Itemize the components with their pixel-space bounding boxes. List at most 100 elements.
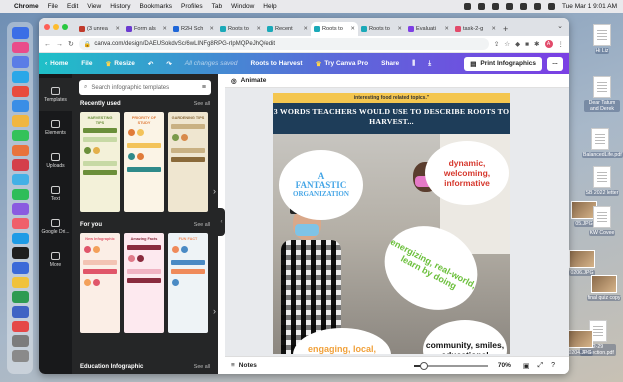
- menu-history[interactable]: History: [110, 3, 130, 10]
- finder-icon[interactable]: [11, 27, 29, 39]
- redo-icon[interactable]: ↷: [166, 60, 171, 68]
- menu-bookmarks[interactable]: Bookmarks: [139, 3, 172, 10]
- close-tab-icon[interactable]: ✕: [444, 26, 449, 32]
- status-icon[interactable]: [491, 3, 499, 10]
- template-search-input[interactable]: ⌕ Search infographic templates ≡: [79, 80, 211, 95]
- app-icon[interactable]: [11, 144, 29, 156]
- menubar-datetime[interactable]: Tue Mar 1 9:01 AM: [562, 3, 617, 10]
- download-icon[interactable]: ⤓: [428, 60, 431, 68]
- collapse-panel-handle[interactable]: ‹: [218, 208, 225, 236]
- chevron-right-icon[interactable]: ›: [213, 186, 216, 196]
- menu-view[interactable]: View: [87, 3, 101, 10]
- template-thumbnail[interactable]: PRIORITY OF STUDY: [124, 112, 164, 212]
- close-tab-icon[interactable]: ✕: [491, 26, 496, 32]
- speech-bubble-fantastic[interactable]: A FANTASTIC ORGANIZATION: [279, 150, 363, 220]
- close-tab-icon[interactable]: ✕: [209, 26, 214, 32]
- close-tab-icon[interactable]: ✕: [256, 26, 261, 32]
- page-view-icon[interactable]: ▣: [523, 362, 530, 370]
- design-headline[interactable]: 3 WORDS TEACHERS WOULD USE TO DESCRIBE R…: [273, 103, 510, 134]
- app-icon[interactable]: [11, 115, 29, 127]
- app-icon[interactable]: [11, 41, 29, 54]
- browser-tab[interactable]: (3 unrea ✕: [76, 22, 123, 36]
- app-icon[interactable]: [11, 85, 29, 98]
- fullscreen-icon[interactable]: ⤢: [537, 362, 543, 370]
- profile-avatar[interactable]: A: [544, 40, 553, 48]
- animate-button[interactable]: ◎ Animate: [225, 74, 569, 88]
- extension-icon[interactable]: ◆: [515, 40, 520, 48]
- zoom-window-icon[interactable]: [62, 24, 68, 30]
- file-menu-button[interactable]: File: [81, 60, 92, 67]
- back-icon[interactable]: ←: [44, 41, 51, 48]
- app-icon[interactable]: [11, 159, 29, 171]
- more-options-button[interactable]: ...: [547, 56, 563, 71]
- wifi-icon[interactable]: [519, 3, 527, 10]
- app-icon[interactable]: [11, 203, 29, 215]
- app-icon[interactable]: [11, 262, 29, 274]
- app-icon[interactable]: [11, 335, 29, 347]
- app-icon[interactable]: [11, 306, 29, 318]
- rail-templates[interactable]: Templates: [39, 78, 72, 111]
- browser-tab[interactable]: Evaluati ✕: [405, 22, 452, 36]
- bookmark-star-icon[interactable]: ☆: [504, 40, 510, 48]
- tab-search-chevron-icon[interactable]: ⌄: [557, 22, 563, 30]
- stats-icon[interactable]: ⫼: [412, 60, 415, 68]
- template-thumbnail[interactable]: GARDENING TIPS: [168, 112, 208, 212]
- browser-tab[interactable]: Roots to ✕: [358, 22, 405, 36]
- help-icon[interactable]: ?: [551, 362, 555, 369]
- app-icon[interactable]: [11, 247, 29, 259]
- menu-tab[interactable]: Tab: [212, 3, 222, 10]
- browser-tab[interactable]: Form als ✕: [123, 22, 170, 36]
- rail-elements[interactable]: Elements: [39, 111, 72, 144]
- home-button[interactable]: ‹ Home: [45, 60, 68, 67]
- rail-more[interactable]: More: [39, 243, 72, 276]
- design-title[interactable]: Roots to Harvest: [251, 60, 303, 67]
- rail-google-drive[interactable]: Google Dri...: [39, 210, 72, 243]
- share-button[interactable]: Share: [381, 60, 399, 67]
- desktop-file[interactable]: 0206.JPG: [564, 250, 600, 276]
- menu-app-name[interactable]: Chrome: [14, 3, 39, 10]
- control-center-icon[interactable]: [547, 3, 555, 10]
- browser-tab[interactable]: Roots to ✕: [217, 22, 264, 36]
- share-icon[interactable]: ⇪: [494, 40, 499, 48]
- app-icon[interactable]: [11, 217, 29, 230]
- chrome-icon[interactable]: [11, 188, 29, 201]
- status-icon[interactable]: [477, 3, 485, 10]
- app-icon[interactable]: [11, 173, 29, 186]
- notes-button[interactable]: ≡ Notes: [231, 362, 257, 369]
- close-tab-icon[interactable]: ✕: [397, 26, 402, 32]
- desktop-file[interactable]: KW Covee: [584, 206, 620, 236]
- browser-tab[interactable]: task-2-g ✕: [452, 22, 499, 36]
- extension-icon[interactable]: ■: [525, 41, 529, 48]
- app-icon[interactable]: [11, 291, 29, 303]
- menu-window[interactable]: Window: [231, 3, 254, 10]
- undo-icon[interactable]: ↶: [148, 60, 153, 68]
- close-window-icon[interactable]: [44, 24, 50, 30]
- search-icon[interactable]: [533, 3, 541, 10]
- forward-icon[interactable]: →: [56, 41, 63, 48]
- rail-uploads[interactable]: Uploads: [39, 144, 72, 177]
- filter-icon[interactable]: ≡: [202, 84, 206, 91]
- zoom-slider-knob[interactable]: [419, 361, 428, 370]
- reload-icon[interactable]: ↻: [68, 40, 74, 48]
- template-thumbnail[interactable]: FUN FACT: [168, 233, 208, 333]
- close-tab-icon[interactable]: ✕: [162, 26, 167, 32]
- zoom-level[interactable]: 70%: [498, 362, 511, 369]
- menu-profiles[interactable]: Profiles: [181, 3, 203, 10]
- browser-tab[interactable]: R2H Sch ✕: [170, 22, 217, 36]
- desktop-file[interactable]: final quiz copy: [586, 275, 622, 301]
- app-icon[interactable]: [11, 100, 29, 112]
- app-icon[interactable]: [11, 320, 29, 333]
- desktop-file[interactable]: Dear Tatum and Derek: [584, 76, 620, 112]
- menu-edit[interactable]: Edit: [67, 3, 78, 10]
- see-all-link[interactable]: See all: [194, 364, 210, 370]
- close-tab-icon[interactable]: ✕: [303, 26, 308, 32]
- close-tab-icon[interactable]: ✕: [115, 26, 120, 32]
- template-thumbnail[interactable]: New Infographic: [80, 233, 120, 333]
- desktop-file[interactable]: BalancedLife.pdf: [582, 128, 623, 158]
- zoom-slider[interactable]: [413, 361, 488, 370]
- design-canvas[interactable]: interesting food related topics." 3 WORD…: [273, 93, 510, 354]
- address-bar[interactable]: 🔒 canva.com/design/DAEUSokdvSc/6wLINFg8R…: [78, 38, 489, 50]
- app-icon[interactable]: [11, 129, 29, 142]
- see-all-link[interactable]: See all: [194, 101, 210, 107]
- see-all-link[interactable]: See all: [194, 222, 210, 228]
